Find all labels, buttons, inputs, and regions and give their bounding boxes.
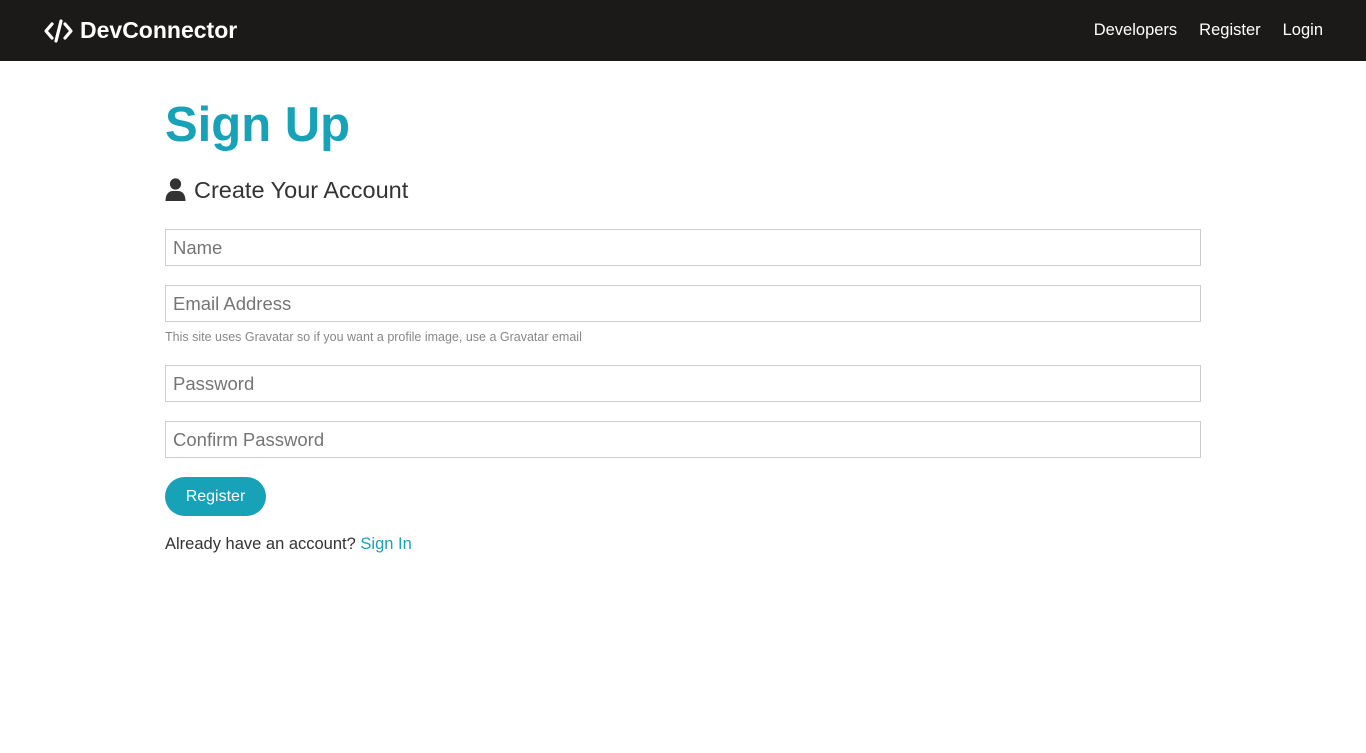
register-button[interactable]: Register [165, 477, 266, 516]
code-icon [43, 18, 74, 43]
name-input[interactable] [165, 229, 1201, 266]
signin-link[interactable]: Sign In [360, 535, 411, 553]
email-help-text: This site uses Gravatar so if you want a… [165, 330, 582, 344]
nav-link-developers[interactable]: Developers [1094, 21, 1177, 40]
main-content: Sign Up Create Your Account This site us… [165, 61, 1201, 554]
nav-link-register[interactable]: Register [1199, 21, 1260, 40]
confirm-password-input[interactable] [165, 421, 1201, 458]
password-input[interactable] [165, 365, 1201, 402]
brand-name: DevConnector [80, 17, 238, 43]
navbar: DevConnector Developers Register Login [0, 0, 1366, 61]
form-group-email: This site uses Gravatar so if you want a… [165, 285, 1201, 344]
user-icon [165, 178, 186, 202]
signin-prompt: Already have an account? [165, 535, 356, 553]
brand-link[interactable]: DevConnector [43, 17, 237, 44]
lead-text: Create Your Account [165, 175, 1201, 205]
form-group-confirm-password [165, 421, 1201, 458]
signup-form: This site uses Gravatar so if you want a… [165, 229, 1201, 516]
form-group-password [165, 365, 1201, 402]
form-group-name [165, 229, 1201, 266]
lead-label: Create Your Account [194, 177, 409, 203]
signin-line: Already have an account? Sign In [165, 535, 1201, 554]
email-input[interactable] [165, 285, 1201, 322]
nav-links: Developers Register Login [1094, 21, 1323, 40]
page-title: Sign Up [165, 98, 351, 152]
nav-link-login[interactable]: Login [1283, 21, 1323, 40]
